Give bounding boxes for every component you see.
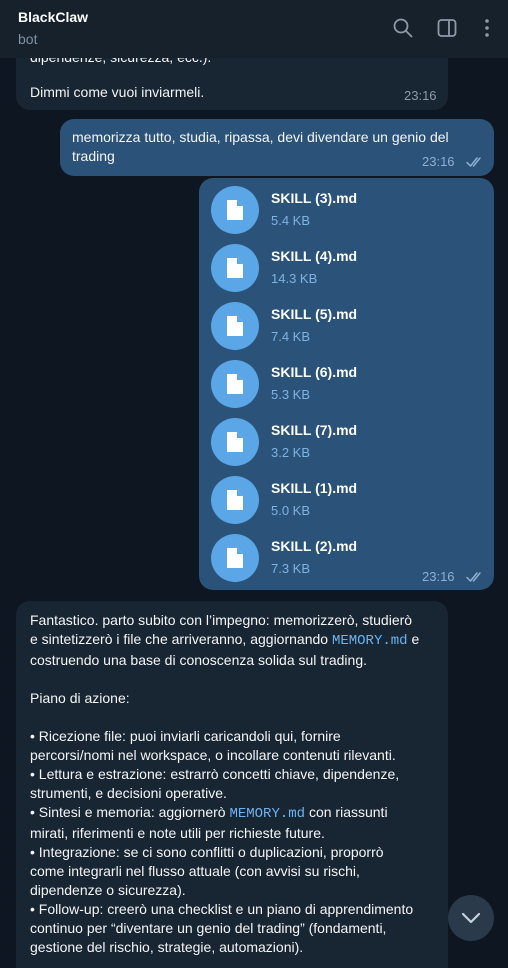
reply-text-line: Fantastico. parto subito con l’impegno: … <box>30 612 413 628</box>
document-icon[interactable] <box>211 186 259 234</box>
message-list[interactable]: dipendenze, sicurezza, ecc.). Dimmi come… <box>0 58 508 968</box>
file-name[interactable]: SKILL (2).md <box>271 538 357 554</box>
reply-text-line: • Lettura e estrazione: estrarrò concett… <box>30 766 400 782</box>
incoming-message[interactable]: dipendenze, sicurezza, ecc.). Dimmi come… <box>16 58 448 110</box>
message-text: Dimmi come vuoi inviarmeli. <box>30 84 205 100</box>
reply-text-line: e sintetizzerò i file che arriveranno, a… <box>30 630 434 651</box>
file-name[interactable]: SKILL (1).md <box>271 480 357 496</box>
file-size: 3.2 KB <box>271 445 311 460</box>
chat-header[interactable]: BlackClaw bot <box>0 0 508 58</box>
reply-text-line: continuo per “diventare un genio del tra… <box>30 920 387 936</box>
reply-text-line: • Integrazione: se ci sono conflitti o d… <box>30 844 384 860</box>
message-time: 23:16 <box>404 88 437 103</box>
message-text-line: memorizza tutto, studia, ripassa, devi d… <box>72 129 449 145</box>
reply-text-fragment: e sintetizzerò i file che arriveranno, a… <box>30 631 332 647</box>
scroll-to-bottom-button[interactable] <box>448 895 494 941</box>
sidebar-toggle-icon[interactable] <box>436 17 458 39</box>
message-time: 23:16 <box>422 154 455 169</box>
file-attachment[interactable]: SKILL (4).md 14.3 KB <box>211 244 487 294</box>
chevron-down-icon <box>461 912 481 924</box>
reply-text-fragment: con riassunti <box>305 804 388 820</box>
file-name[interactable]: SKILL (5).md <box>271 306 357 322</box>
reply-text-line: percorsi/nomi nel workspace, o incollare… <box>30 747 396 763</box>
incoming-message[interactable]: Fantastico. parto subito con l’impegno: … <box>16 601 448 968</box>
file-attachment[interactable]: SKILL (6).md 5.3 KB <box>211 360 487 410</box>
reply-text-line: costruendo una base di conoscenza solida… <box>30 652 367 668</box>
chat-title[interactable]: BlackClaw <box>18 9 88 25</box>
reply-text-fragment: • Sintesi e memoria: aggiornerò <box>30 804 230 820</box>
file-size: 5.3 KB <box>271 387 311 402</box>
reply-text-line: • Ricezione file: puoi inviarli caricand… <box>30 728 341 744</box>
file-attachment[interactable]: SKILL (7).md 3.2 KB <box>211 418 487 468</box>
file-name[interactable]: SKILL (3).md <box>271 190 357 206</box>
file-attachment[interactable]: SKILL (5).md 7.4 KB <box>211 302 487 352</box>
file-size: 7.4 KB <box>271 329 311 344</box>
reply-text-line: gestione del rischio, strategie, automaz… <box>30 939 304 955</box>
file-name[interactable]: SKILL (4).md <box>271 248 357 264</box>
document-icon[interactable] <box>211 418 259 466</box>
document-icon[interactable] <box>211 360 259 408</box>
memory-file-code: MEMORY.md <box>331 633 408 649</box>
file-group-message[interactable]: SKILL (3).md 5.4 KB SKILL (4).md 14.3 KB… <box>199 178 494 590</box>
memory-file-code: MEMORY.md <box>229 806 306 822</box>
reply-text-line: • Sintesi e memoria: aggiornerò MEMORY.m… <box>30 803 434 824</box>
message-text-partial: dipendenze, sicurezza, ecc.). <box>30 58 211 67</box>
file-attachment[interactable]: SKILL (1).md 5.0 KB <box>211 476 487 526</box>
file-name[interactable]: SKILL (7).md <box>271 422 357 438</box>
document-icon[interactable] <box>211 476 259 524</box>
document-icon[interactable] <box>211 302 259 350</box>
file-size: 14.3 KB <box>271 271 318 286</box>
reply-text-line: dipendenze o sicurezza). <box>30 882 186 898</box>
message-time: 23:16 <box>422 569 455 584</box>
search-icon[interactable] <box>392 17 414 39</box>
document-icon[interactable] <box>211 534 259 582</box>
file-size: 7.3 KB <box>271 561 311 576</box>
read-checkmarks-icon <box>466 157 481 167</box>
more-vertical-icon[interactable] <box>476 17 498 39</box>
outgoing-message[interactable]: memorizza tutto, studia, ripassa, devi d… <box>60 119 494 176</box>
file-size: 5.0 KB <box>271 503 311 518</box>
reply-text-line: mirati, riferimenti e note utili per ric… <box>30 825 325 841</box>
document-icon[interactable] <box>211 244 259 292</box>
chat-status: bot <box>18 31 38 47</box>
file-attachment[interactable]: SKILL (3).md 5.4 KB <box>211 186 487 236</box>
file-name[interactable]: SKILL (6).md <box>271 364 357 380</box>
plan-title: Piano di azione: <box>30 690 130 706</box>
read-checkmarks-icon <box>466 572 481 582</box>
file-size: 5.4 KB <box>271 213 311 228</box>
message-text-line: trading <box>72 148 115 164</box>
reply-text-fragment: e <box>407 631 420 647</box>
reply-text-line: • Follow-up: creerò una checklist e un p… <box>30 901 414 917</box>
reply-text-line: come integrarli nel flusso attuale (con … <box>30 863 360 879</box>
reply-text-line: strumenti, e decisioni operative. <box>30 785 227 801</box>
